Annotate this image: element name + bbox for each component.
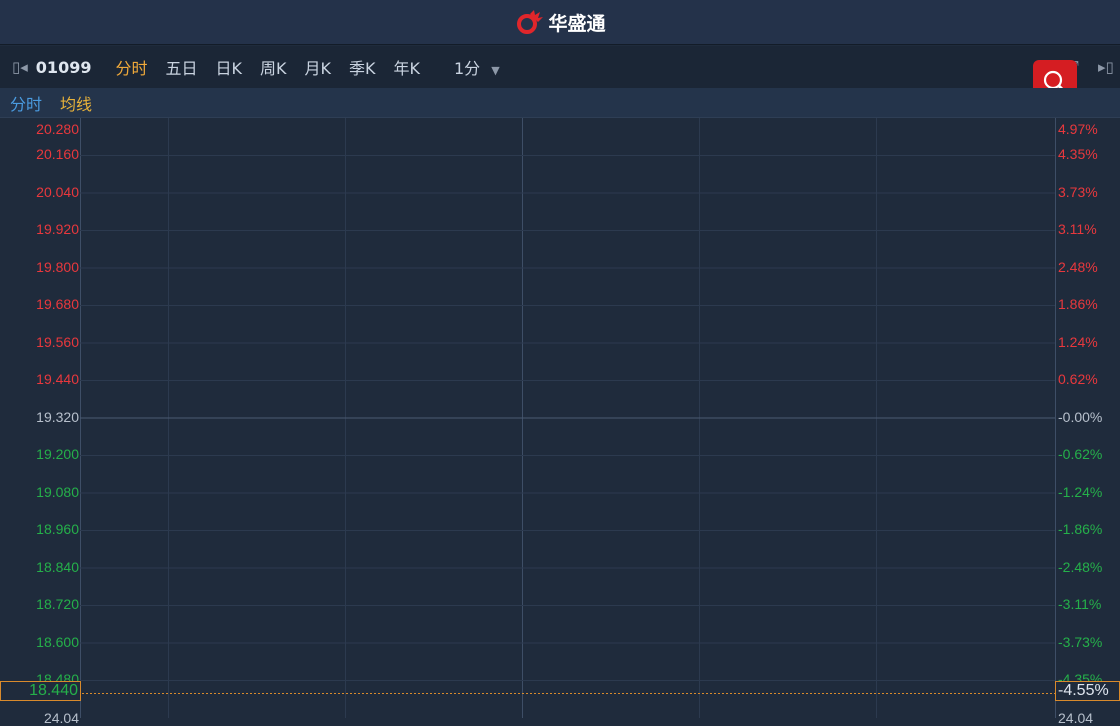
app-title: 华盛通 [548, 12, 606, 35]
pct-label: 4.35% [1058, 146, 1098, 162]
tab-monthly-k[interactable]: 月K [305, 55, 332, 79]
price-label: 19.440 [36, 371, 79, 387]
price-label: 18.600 [36, 633, 79, 650]
tab-intraday[interactable]: 分时 [115, 55, 147, 79]
price-label: 20.160 [36, 146, 79, 162]
current-price-box: 18.440 [0, 681, 81, 701]
volume-label-right: 24.04 [1058, 710, 1094, 726]
pct-label: 1.24% [1058, 333, 1098, 350]
tab-quarterly-k[interactable]: 季K [349, 55, 376, 79]
collapse-left-icon[interactable]: ▯◂ [12, 58, 28, 76]
chart-grid [80, 118, 1056, 718]
pct-label: -0.00% [1058, 408, 1103, 425]
chevron-down-icon: ▼ [491, 64, 500, 77]
interval-select[interactable]: 1分 ▼ [454, 55, 500, 79]
indicator-intraday[interactable]: 分时 [10, 91, 42, 115]
app-logo: 华盛通 [514, 9, 606, 36]
indicator-avg-line[interactable]: 均线 [60, 91, 92, 115]
intraday-chart[interactable]: 20.280 4.97% 20.160 4.35% 20.040 3.73% 19.92… [0, 118, 1120, 726]
stock-code: 01099 [35, 57, 92, 77]
title-bar: 华盛通 [0, 0, 1120, 45]
indicator-bar: 分时 均线 [0, 88, 1120, 118]
pct-label: 0.62% [1058, 371, 1098, 387]
pct-label: -2.48% [1058, 558, 1103, 575]
pct-label: 3.11% [1058, 221, 1097, 237]
current-pct-box: -4.55% [1055, 681, 1120, 701]
price-label: 19.800 [36, 258, 79, 275]
pct-label: 2.48% [1058, 258, 1098, 275]
tab-weekly-k[interactable]: 周K [260, 55, 287, 79]
pct-label: -3.73% [1058, 633, 1103, 650]
price-label: 18.720 [36, 596, 79, 612]
pct-label: 3.73% [1058, 183, 1098, 200]
price-label: 19.560 [36, 333, 79, 350]
pct-label: -0.62% [1058, 446, 1103, 462]
pct-label-top: 4.97% [1058, 121, 1098, 137]
price-label: 19.080 [36, 483, 79, 500]
volume-label-left: 24.04 [43, 710, 79, 726]
price-label: 18.840 [36, 558, 79, 575]
pct-label: 1.86% [1058, 296, 1098, 312]
tab-five-day[interactable]: 五日 [165, 55, 197, 79]
price-label: 20.040 [36, 183, 79, 200]
price-label-top: 20.280 [36, 121, 79, 137]
pct-label: -3.11% [1058, 596, 1102, 612]
collapse-right-icon[interactable]: ▸▯ [1098, 58, 1114, 76]
price-label: 18.960 [36, 521, 79, 537]
interval-value: 1分 [454, 59, 481, 78]
tab-yearly-k[interactable]: 年K [394, 55, 421, 79]
pct-label: -1.86% [1058, 521, 1103, 537]
pct-label: -1.24% [1058, 483, 1103, 500]
price-label: 19.320 [36, 408, 79, 425]
price-label: 19.920 [36, 221, 79, 237]
price-label: 19.200 [36, 446, 79, 462]
toolbar: ▯◂ 01099 分时 五日 日K 周K 月K 季K 年K 1分 ▼ ⤢ ▸▯ [0, 46, 1120, 88]
price-label: 19.680 [36, 296, 79, 312]
tab-daily-k[interactable]: 日K [216, 55, 243, 79]
flame-logo-icon [517, 10, 544, 34]
